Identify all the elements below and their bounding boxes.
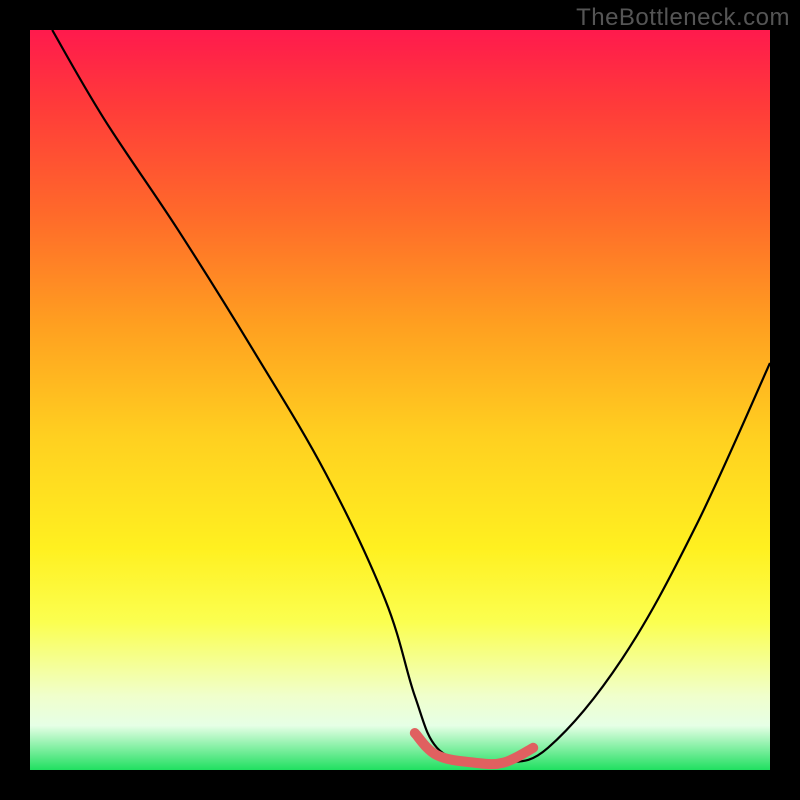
valley-highlight bbox=[415, 733, 533, 764]
watermark-text: TheBottleneck.com bbox=[576, 4, 790, 32]
curve-layer bbox=[30, 30, 770, 770]
plot-area bbox=[30, 30, 770, 770]
bottleneck-curve bbox=[52, 30, 770, 765]
chart-frame: TheBottleneck.com bbox=[0, 0, 800, 800]
